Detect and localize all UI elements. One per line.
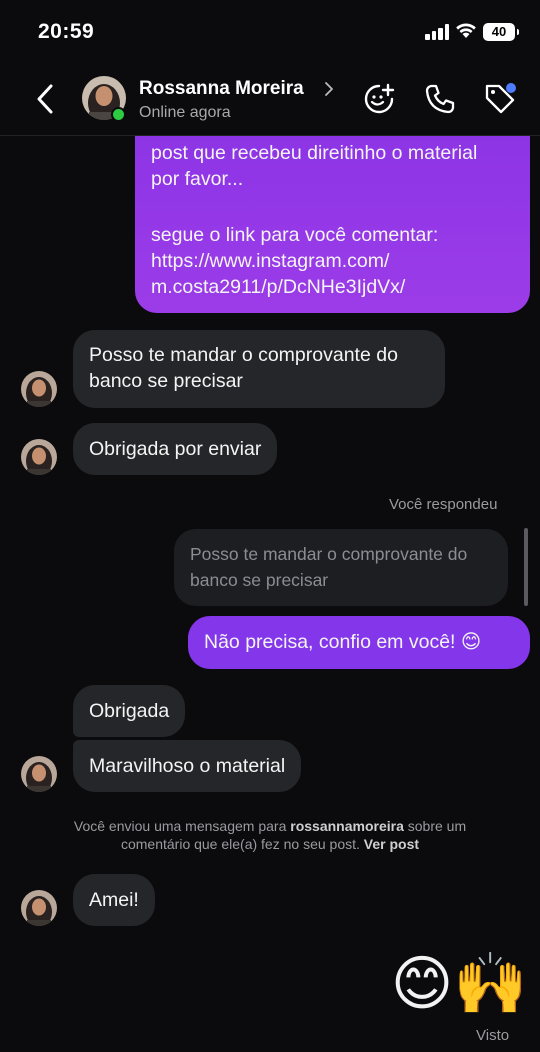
contact-avatar[interactable]	[21, 890, 57, 926]
note-username[interactable]: rossannamoreira	[290, 818, 404, 834]
incoming-message[interactable]: Obrigada por enviar	[73, 423, 278, 475]
contact-avatar[interactable]	[21, 371, 57, 407]
battery-indicator: 40	[483, 23, 519, 41]
contact-avatar[interactable]	[21, 756, 57, 792]
message-link[interactable]: https://www.instagram.com/	[151, 248, 514, 274]
message-text: Maravilhoso o material	[89, 755, 286, 777]
incoming-message[interactable]: Amei!	[73, 874, 155, 926]
quoted-message[interactable]: Posso te mandar o comprovante do banco s…	[174, 529, 508, 606]
message-text: segue o link para você comentar:	[151, 224, 439, 246]
sticker-add-icon[interactable]	[362, 82, 396, 116]
incoming-message[interactable]: Maravilhoso o material	[73, 740, 302, 792]
seen-label: Visto	[476, 1027, 510, 1044]
scrollbar[interactable]	[524, 528, 528, 606]
quoted-text: Posso te mandar o comprovante do banco s…	[190, 544, 468, 590]
message-link[interactable]: m.costa2911/p/DcNHe3IjdVx/	[151, 274, 514, 300]
outgoing-message[interactable]: Não precisa, confio em você! 😊	[188, 616, 530, 669]
chat-header: Rossanna Moreira Online agora	[0, 62, 540, 136]
cellular-signal-icon	[425, 24, 451, 40]
contact-status: Online agora	[139, 104, 231, 121]
message-text: Posso te mandar o comprovante do banco s…	[89, 344, 398, 392]
message-text: por favor...	[151, 168, 244, 190]
contact-avatar[interactable]	[21, 439, 57, 475]
phone-icon[interactable]	[423, 82, 457, 116]
message-text: Obrigada	[89, 700, 170, 722]
system-note: Você enviou uma mensagem para rossannamo…	[40, 817, 500, 853]
message-text: Obrigada por enviar	[89, 438, 262, 460]
message-text: Não precisa, confio em você! 😊	[204, 631, 482, 653]
view-post-link[interactable]: Ver post	[364, 836, 419, 852]
reply-label: Você respondeu	[389, 496, 498, 513]
wifi-icon	[456, 23, 476, 38]
back-icon[interactable]	[32, 82, 58, 116]
emoji-message[interactable]: 😊🙌	[391, 948, 528, 1020]
chevron-right-icon[interactable]	[324, 81, 334, 97]
message-text: post que recebeu direitinho o material	[151, 142, 478, 164]
contact-name[interactable]: Rossanna Moreira	[139, 78, 304, 100]
incoming-message[interactable]: Posso te mandar o comprovante do banco s…	[73, 330, 445, 408]
status-time: 20:59	[38, 20, 95, 43]
tag-icon[interactable]	[483, 82, 517, 116]
online-status-dot	[111, 107, 126, 122]
status-bar: 20:59 40	[0, 0, 540, 62]
incoming-message[interactable]: Obrigada	[73, 685, 186, 737]
message-text: Amei!	[89, 889, 139, 911]
note-text: Você enviou uma mensagem para	[73, 818, 291, 834]
